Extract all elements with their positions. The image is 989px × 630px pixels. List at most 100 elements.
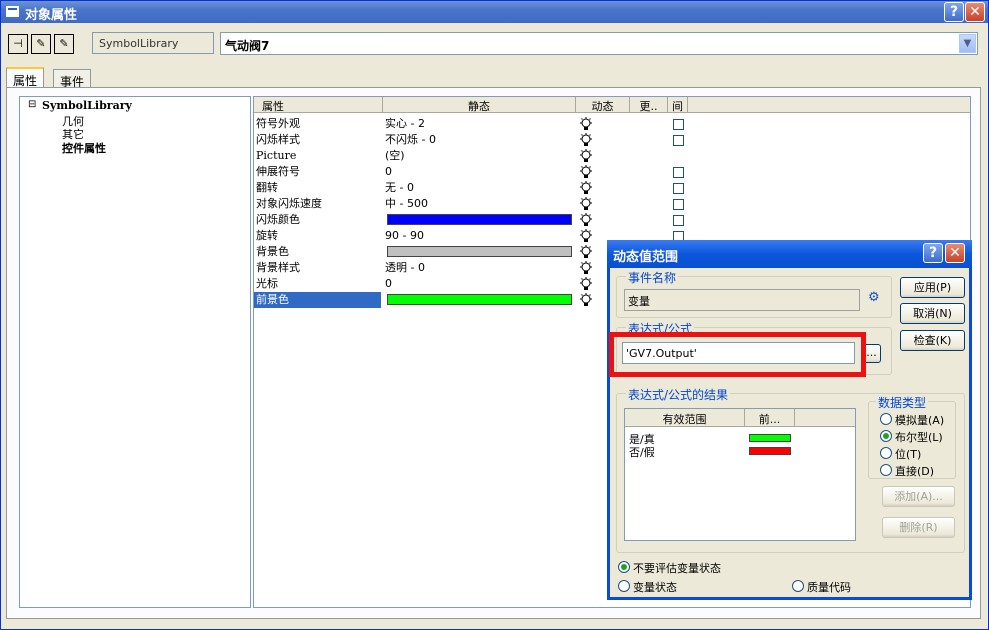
result-col-range[interactable]: 有效范围	[625, 409, 745, 427]
event-picker-icon[interactable]: ⚙	[868, 290, 880, 305]
indirect-checkbox[interactable]	[673, 167, 684, 178]
grid-row-color-swatch[interactable]	[387, 214, 572, 225]
radio-quality-code[interactable]	[792, 580, 804, 592]
title-bar: 对象属性 ? ✕	[1, 1, 988, 23]
object-properties-window: 对象属性 ? ✕ ⊣ ✎ ✎ SymbolLibrary 气动阀7 ▼ 属性 事…	[0, 0, 989, 630]
radio-no-eval-label: 不要评估变量状态	[633, 562, 721, 575]
radio-var-status-label: 变量状态	[633, 581, 677, 594]
result-col-fore[interactable]: 前...	[745, 409, 795, 427]
object-select-value: 气动阀7	[225, 39, 270, 53]
result-row-color-swatch[interactable]	[749, 434, 791, 442]
dynamic-bulb-icon[interactable]	[579, 245, 593, 259]
tab-events[interactable]: 事件	[53, 69, 92, 89]
col-header-update[interactable]: 更..	[630, 97, 668, 113]
indirect-checkbox[interactable]	[673, 183, 684, 194]
grid-row-name[interactable]: 背景色	[254, 244, 381, 260]
tree-root[interactable]: SymbolLibrary	[42, 99, 132, 112]
grid-row-value[interactable]: 0	[385, 276, 392, 292]
pick-dropper-icon[interactable]: ✎	[31, 34, 51, 54]
tree-item-control-props[interactable]: 控件属性	[62, 140, 106, 156]
dynamic-bulb-icon[interactable]	[579, 261, 593, 275]
cancel-button[interactable]: 取消(N)	[900, 303, 965, 324]
datatype-radio[interactable]	[880, 447, 892, 459]
dynamic-bulb-icon[interactable]	[579, 213, 593, 227]
event-name-field: 变量	[624, 289, 860, 311]
result-row-label[interactable]: 否/假	[629, 444, 655, 460]
col-header-filler	[688, 97, 970, 113]
radio-quality-code-label: 质量代码	[807, 581, 851, 594]
grid-row-name[interactable]: 光标	[254, 276, 381, 292]
datatype-group-label: 数据类型	[876, 394, 929, 411]
pin-button[interactable]: ⊣	[8, 34, 28, 54]
grid-row-name[interactable]: 闪烁颜色	[254, 212, 381, 228]
close-button[interactable]: ✕	[965, 2, 985, 22]
grid-row-name[interactable]: 旋转	[254, 228, 381, 244]
help-button[interactable]: ?	[944, 2, 964, 22]
indirect-checkbox[interactable]	[673, 199, 684, 210]
grid-row-value[interactable]: 无 - 0	[385, 180, 414, 196]
indirect-checkbox[interactable]	[673, 215, 684, 226]
apply-button[interactable]: 应用(P)	[900, 277, 965, 298]
result-group-label: 表达式/公式的结果	[626, 386, 731, 403]
grid-row-name[interactable]: 符号外观	[254, 116, 381, 132]
tab-properties[interactable]: 属性	[6, 67, 45, 89]
check-button[interactable]: 检查(K)	[900, 330, 965, 351]
dynamic-bulb-icon[interactable]	[579, 117, 593, 131]
dynamic-bulb-icon[interactable]	[579, 165, 593, 179]
result-col-filler	[795, 409, 855, 427]
col-header-static[interactable]: 静态	[383, 97, 576, 113]
dialog-close-button[interactable]: ✕	[945, 243, 965, 263]
grid-row-value[interactable]: 90 - 90	[385, 228, 424, 244]
datatype-radio[interactable]	[880, 464, 892, 476]
dialog-title-text: 动态值范围	[613, 250, 679, 265]
event-group-label: 事件名称	[626, 269, 679, 286]
col-header-property[interactable]: 属性	[254, 97, 383, 113]
result-row-color-swatch[interactable]	[749, 447, 791, 455]
dialog-title: 动态值范围 ? ✕	[607, 240, 972, 268]
grid-row-name[interactable]: 闪烁样式	[254, 132, 381, 148]
datatype-radio-label: 布尔型(L)	[895, 431, 943, 444]
datatype-radio[interactable]	[880, 430, 892, 442]
dropper-icon[interactable]: ✎	[54, 34, 74, 54]
add-button[interactable]: 添加(A)...	[882, 486, 955, 507]
radio-var-status[interactable]	[618, 580, 630, 592]
grid-row-color-swatch[interactable]	[387, 294, 572, 305]
dynamic-bulb-icon[interactable]	[579, 197, 593, 211]
grid-row-value[interactable]: 不闪烁 - 0	[385, 132, 436, 148]
dynamic-bulb-icon[interactable]	[579, 293, 593, 307]
tree-toggle-icon[interactable]: ⊟	[28, 99, 36, 110]
grid-row-name[interactable]: 背景样式	[254, 260, 381, 276]
grid-row-name[interactable]: 伸展符号	[254, 164, 381, 180]
grid-row-value[interactable]: 实心 - 2	[385, 116, 425, 132]
grid-row-value[interactable]: (空)	[385, 148, 405, 164]
window-title: 对象属性	[25, 8, 78, 23]
grid-row-name[interactable]: Picture	[254, 148, 381, 164]
result-list: 有效范围 前... 是/真 否/假	[624, 408, 856, 541]
grid-row-name[interactable]: 前景色	[254, 292, 381, 308]
col-header-dynamic[interactable]: 动态	[576, 97, 630, 113]
library-name-field: SymbolLibrary	[92, 32, 214, 54]
col-header-indirect[interactable]: 间	[668, 97, 688, 113]
datatype-radio-label: 模拟量(A)	[895, 414, 945, 427]
window-icon	[6, 6, 19, 17]
dynamic-bulb-icon[interactable]	[579, 229, 593, 243]
grid-row-color-swatch[interactable]	[387, 246, 572, 257]
dynamic-bulb-icon[interactable]	[579, 133, 593, 147]
grid-row-value[interactable]: 0	[385, 164, 392, 180]
grid-row-name[interactable]: 对象闪烁速度	[254, 196, 381, 212]
datatype-radio[interactable]	[880, 413, 892, 425]
dynamic-bulb-icon[interactable]	[579, 181, 593, 195]
chevron-down-icon[interactable]: ▼	[959, 34, 976, 53]
indirect-checkbox[interactable]	[673, 119, 684, 130]
dialog-help-button[interactable]: ?	[923, 243, 943, 263]
grid-row-name[interactable]: 翻转	[254, 180, 381, 196]
dynamic-bulb-icon[interactable]	[579, 277, 593, 291]
object-select[interactable]: 气动阀7 ▼	[220, 32, 978, 55]
dynamic-bulb-icon[interactable]	[579, 149, 593, 163]
grid-row-value[interactable]: 透明 - 0	[385, 260, 425, 276]
delete-button[interactable]: 删除(R)	[882, 517, 955, 538]
radio-no-eval[interactable]	[618, 561, 630, 573]
dynamic-range-dialog: 动态值范围 ? ✕ 事件名称 变量 ⚙ 表达式/公式 'GV7.Output' …	[607, 240, 972, 600]
grid-row-value[interactable]: 中 - 500	[385, 196, 428, 212]
indirect-checkbox[interactable]	[673, 135, 684, 146]
